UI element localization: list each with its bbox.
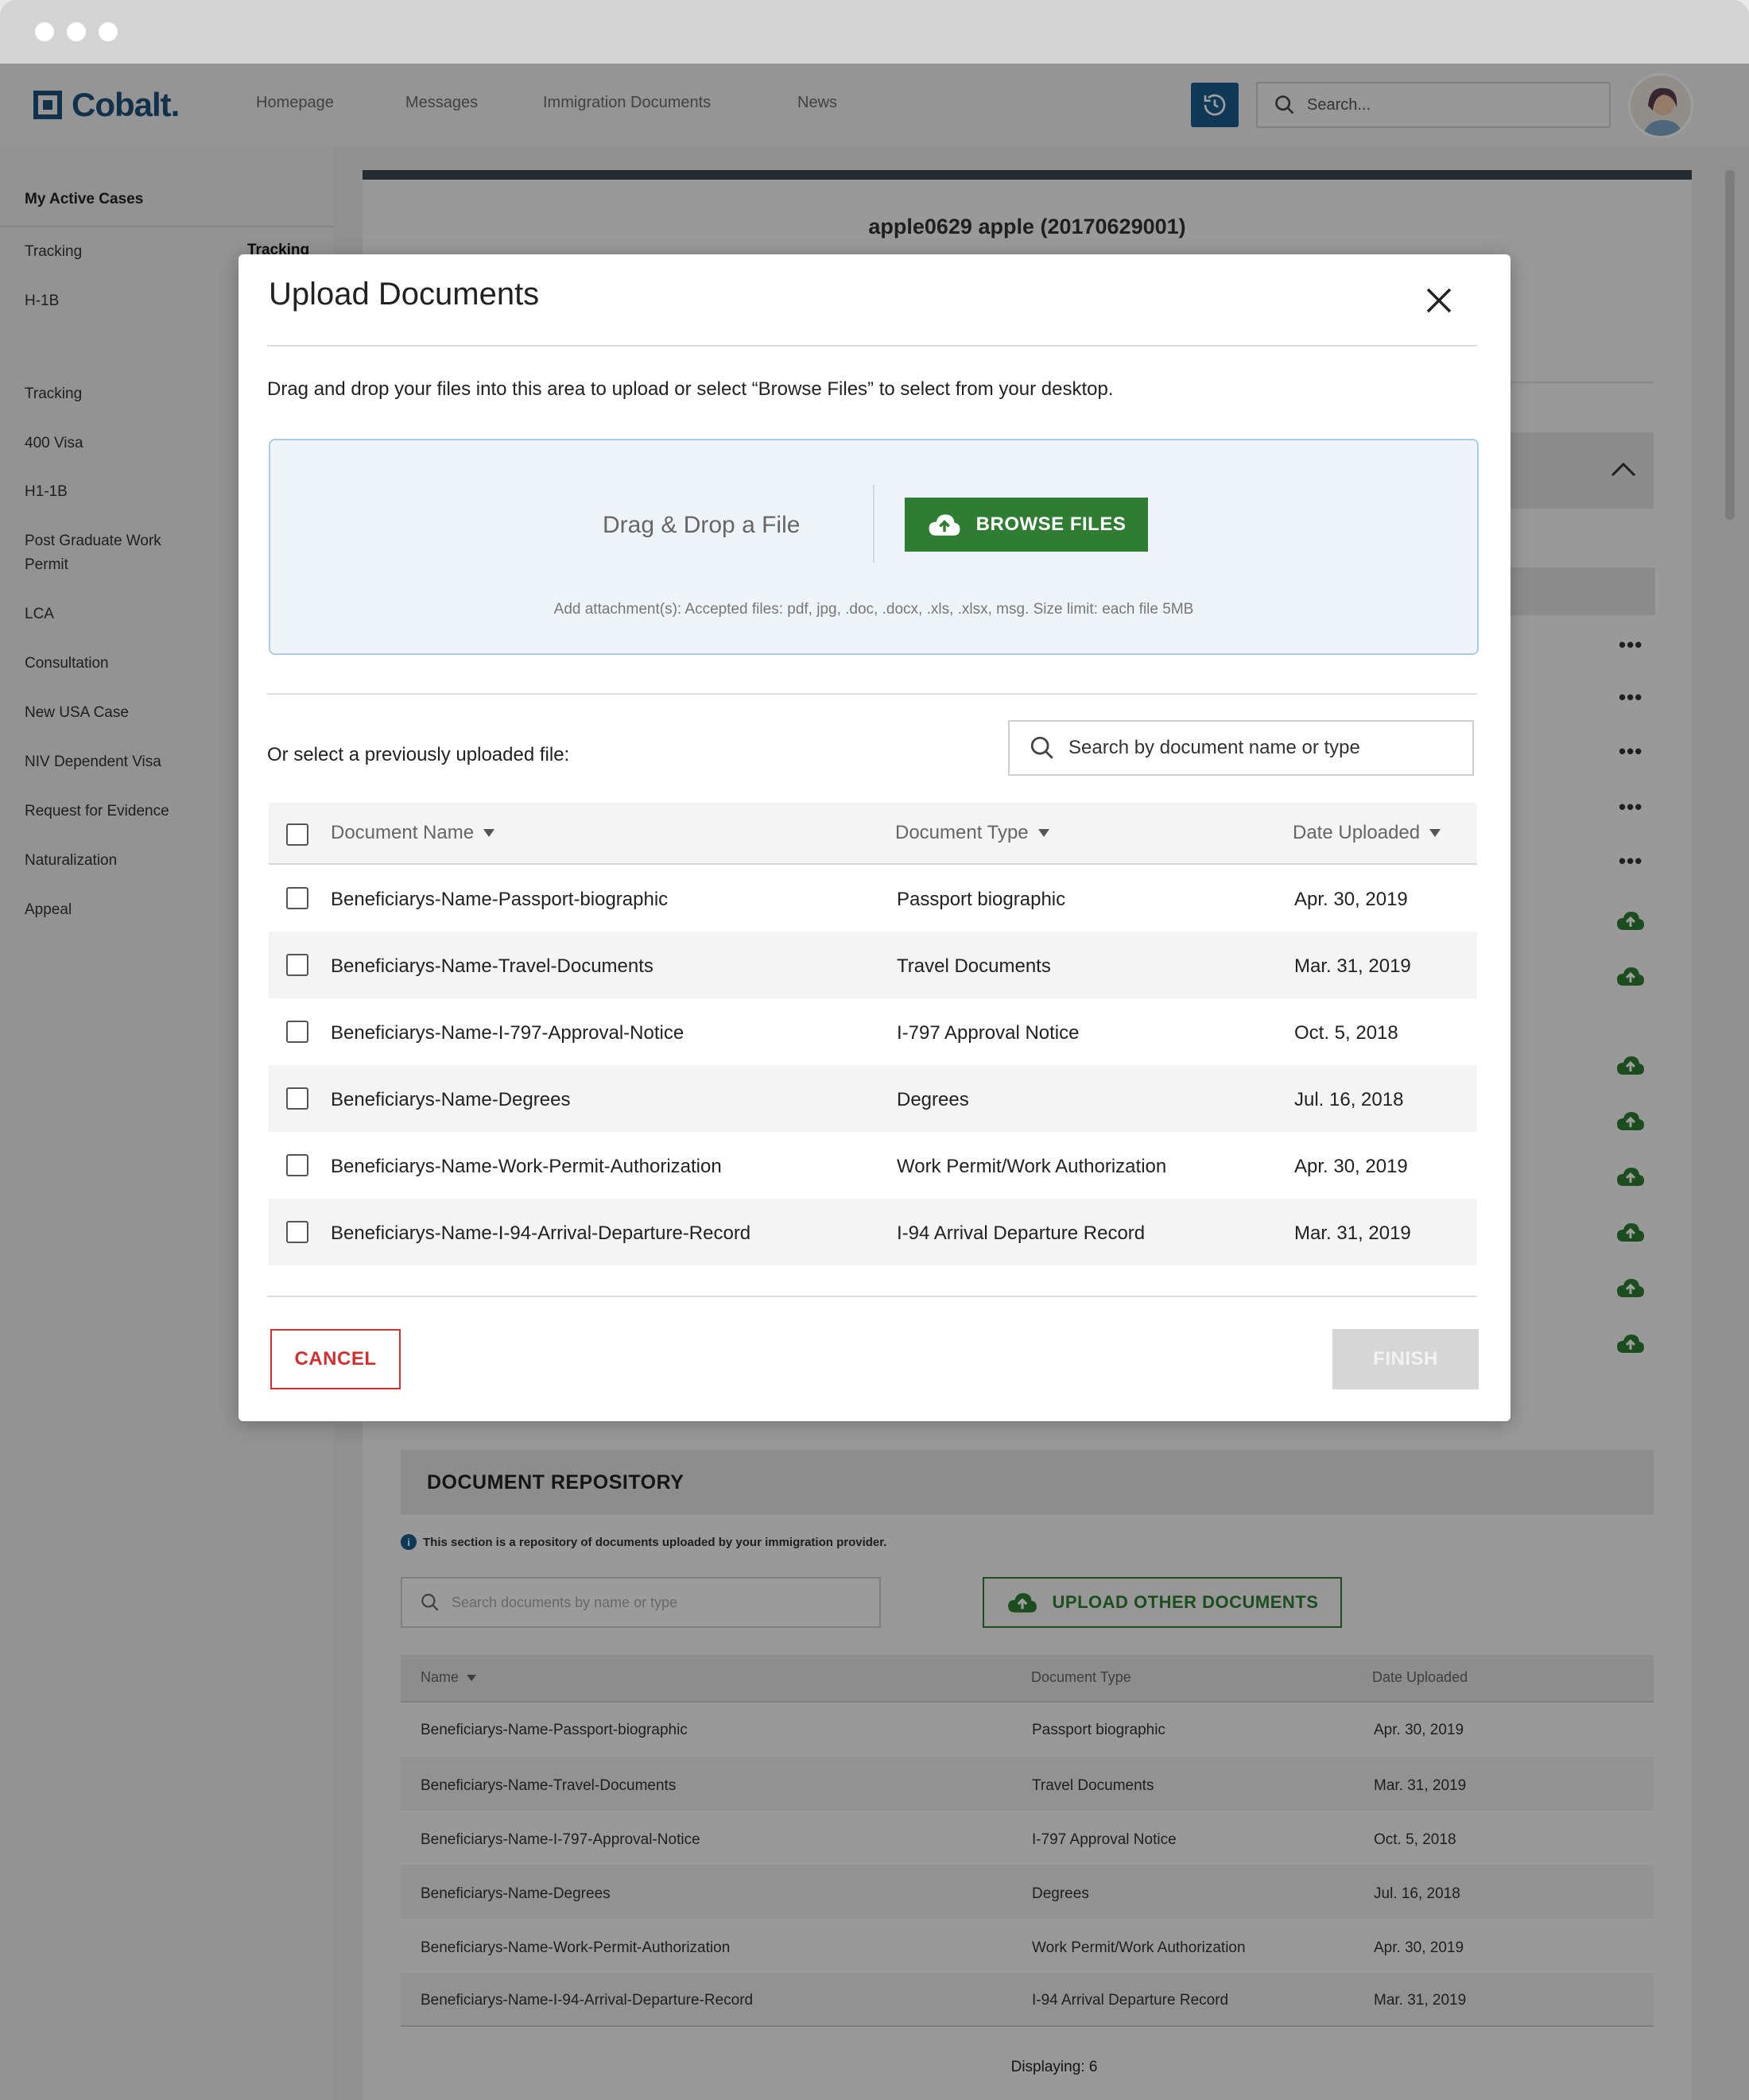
close-icon[interactable]: [1420, 281, 1458, 320]
col-date-uploaded-label: Date Uploaded: [1293, 822, 1421, 843]
col-document-type[interactable]: Document Type: [895, 822, 1049, 844]
cancel-button[interactable]: CANCEL: [270, 1329, 401, 1389]
cell-date-uploaded: Mar. 31, 2019: [1294, 955, 1411, 977]
window-close-dot[interactable]: [35, 22, 54, 41]
window-titlebar: [0, 0, 1749, 64]
col-date-uploaded[interactable]: Date Uploaded: [1293, 822, 1441, 844]
browse-files-button[interactable]: BROWSE FILES: [905, 498, 1148, 552]
row-checkbox[interactable]: [286, 1221, 308, 1243]
upload-documents-modal: Upload Documents Drag and drop your file…: [238, 254, 1510, 1421]
col-document-name[interactable]: Document Name: [331, 822, 495, 844]
row-checkbox[interactable]: [286, 1021, 308, 1043]
sort-caret-icon: [483, 829, 495, 837]
dropzone-divider: [267, 693, 1477, 695]
upload-cloud-icon: [929, 514, 960, 536]
table-row[interactable]: Beneficiarys-Name-I-94-Arrival-Departure…: [269, 1199, 1477, 1265]
cell-date-uploaded: Apr. 30, 2019: [1294, 1156, 1408, 1177]
cell-document-type: Work Permit/Work Authorization: [897, 1156, 1167, 1177]
cell-document-type: Passport biographic: [897, 889, 1066, 910]
browse-files-label: BROWSE FILES: [975, 513, 1127, 535]
table-row[interactable]: Beneficiarys-Name-Travel-Documents Trave…: [269, 932, 1477, 998]
dropzone-hint: Add attachment(s): Accepted files: pdf, …: [553, 601, 1194, 618]
cell-document-name: Beneficiarys-Name-I-797-Approval-Notice: [331, 1022, 684, 1044]
finish-button[interactable]: FINISH: [1332, 1329, 1479, 1389]
row-checkbox[interactable]: [286, 1154, 308, 1176]
cell-date-uploaded: Mar. 31, 2019: [1294, 1222, 1411, 1244]
row-checkbox[interactable]: [286, 954, 308, 976]
window-zoom-dot[interactable]: [99, 22, 118, 41]
cell-document-name: Beneficiarys-Name-Work-Permit-Authorizat…: [331, 1156, 722, 1177]
row-checkbox[interactable]: [286, 1087, 308, 1110]
cell-document-name: Beneficiarys-Name-Degrees: [331, 1089, 571, 1110]
table-row[interactable]: Beneficiarys-Name-I-797-Approval-Notice …: [269, 998, 1477, 1065]
col-document-type-label: Document Type: [895, 822, 1029, 843]
select-all-checkbox[interactable]: [286, 823, 308, 846]
cell-date-uploaded: Oct. 5, 2018: [1294, 1022, 1398, 1044]
sort-caret-icon: [1037, 829, 1049, 837]
cell-document-type: Travel Documents: [897, 955, 1051, 977]
previous-file-label: Or select a previously uploaded file:: [267, 744, 570, 765]
modal-title: Upload Documents: [269, 277, 540, 312]
modal-title-divider: [267, 345, 1477, 347]
cell-date-uploaded: Apr. 30, 2019: [1294, 889, 1408, 910]
cell-date-uploaded: Jul. 16, 2018: [1294, 1089, 1404, 1110]
cell-document-type: I-94 Arrival Departure Record: [897, 1222, 1146, 1244]
document-search-input[interactable]: Search by document name or type: [1008, 720, 1474, 776]
modal-description: Drag and drop your files into this area …: [267, 378, 1114, 400]
dropzone-separator: [873, 485, 874, 563]
cell-document-type: I-797 Approval Notice: [897, 1022, 1080, 1044]
document-search-placeholder: Search by document name or type: [1068, 737, 1360, 758]
dropzone-label: Drag & Drop a File: [603, 512, 801, 538]
sort-caret-icon: [1429, 829, 1441, 837]
row-checkbox[interactable]: [286, 887, 308, 909]
search-icon: [1030, 736, 1053, 759]
table-bottom-divider: [267, 1296, 1477, 1297]
cell-document-name: Beneficiarys-Name-I-94-Arrival-Departure…: [331, 1222, 751, 1244]
cell-document-name: Beneficiarys-Name-Travel-Documents: [331, 955, 653, 977]
window-minimize-dot[interactable]: [67, 22, 86, 41]
cell-document-type: Degrees: [897, 1089, 969, 1110]
col-document-name-label: Document Name: [331, 822, 475, 843]
table-row[interactable]: Beneficiarys-Name-Work-Permit-Authorizat…: [269, 1132, 1477, 1199]
table-row[interactable]: Beneficiarys-Name-Passport-biographic Pa…: [269, 865, 1477, 932]
table-row[interactable]: Beneficiarys-Name-Degrees Degrees Jul. 1…: [269, 1065, 1477, 1132]
cell-document-name: Beneficiarys-Name-Passport-biographic: [331, 889, 669, 910]
